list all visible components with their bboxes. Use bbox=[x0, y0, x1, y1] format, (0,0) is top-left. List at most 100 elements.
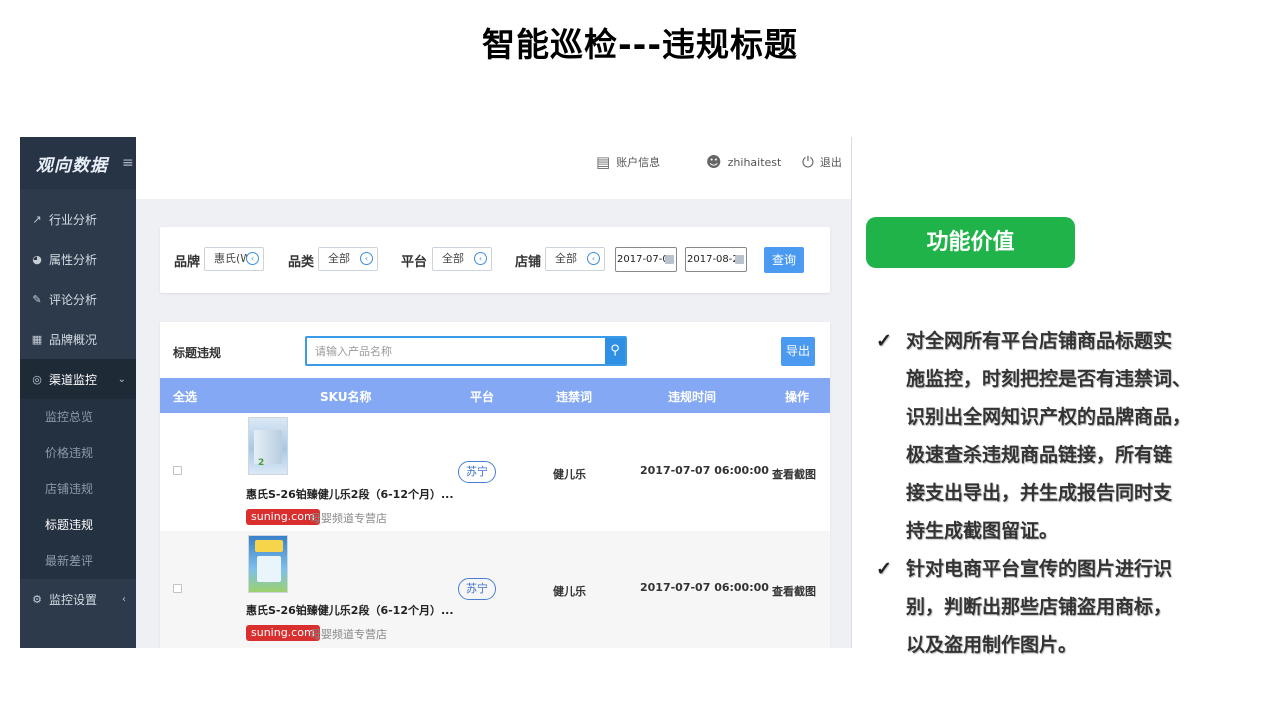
logout-label: 退出 bbox=[819, 156, 842, 169]
col-banned-word: 违禁词 bbox=[556, 390, 593, 404]
product-box bbox=[257, 556, 281, 582]
hamburger-icon[interactable]: ≡ bbox=[122, 155, 134, 171]
platform-label: 平台 bbox=[401, 255, 428, 270]
violation-time: 2017-07-07 06:00:00 bbox=[640, 581, 769, 594]
bullet-line: 以及盗用制作图片。 bbox=[906, 634, 1078, 656]
list-title: 标题违规 bbox=[173, 346, 222, 360]
topbar: ▤ 账户信息 ☻ zhihaitest ⏻ 退出 bbox=[136, 137, 851, 199]
col-violation-time: 违规时间 bbox=[668, 390, 717, 404]
filter-card: 品牌 惠氏(W ‹ 品类 全部 ‹ 平台 全部 ‹ 店铺 全部 ‹ 2017-0… bbox=[160, 227, 830, 293]
sidebar-item-label: 渠道监控 bbox=[49, 372, 98, 387]
chevron-left-icon: ‹ bbox=[587, 252, 600, 265]
shop-select[interactable]: 全部 ‹ bbox=[545, 247, 605, 271]
slide-title: 智能巡检---违规标题 bbox=[481, 25, 799, 64]
submenu-item-shop[interactable]: 店铺违规 bbox=[20, 471, 136, 507]
edit-icon: ✎ bbox=[32, 292, 42, 306]
bullet-item: ✓ 对全网所有平台店铺商品标题实 施监控，时刻把控是否有违禁词、 识别出全网知识… bbox=[876, 322, 1236, 550]
table-row: 惠氏S-26铂臻健儿乐2段（6-12个月）... suning.com 母婴频道… bbox=[160, 531, 830, 648]
col-sku-name: SKU名称 bbox=[320, 390, 372, 404]
search-box: ⚲ bbox=[305, 336, 627, 366]
product-banner bbox=[255, 540, 283, 552]
sidebar-item-label: 行业分析 bbox=[49, 212, 98, 227]
bullet-line: 持生成截图留证。 bbox=[906, 520, 1059, 542]
shop-badge: suning.com bbox=[246, 509, 320, 525]
list-card: 标题违规 ⚲ 导出 全选 SKU名称 平台 违禁词 违规时间 操作 2 bbox=[160, 322, 830, 648]
submenu-item-reviews[interactable]: 最新差评 bbox=[20, 543, 136, 579]
chevron-left-icon: ‹ bbox=[474, 252, 487, 265]
sidebar-menu: ↗ 行业分析 ◕ 属性分析 ✎ 评论分析 ▦ 品牌概况 ◎ 渠道监控 ⌄ 监控总… bbox=[20, 199, 136, 619]
bullet-line: 施监控，时刻把控是否有违禁词、 bbox=[906, 368, 1192, 390]
submenu: 监控总览 价格违规 店铺违规 标题违规 最新差评 bbox=[20, 399, 136, 579]
logo-bar: 观向数据 ≡ bbox=[20, 137, 136, 189]
app-screenshot: 观向数据 ≡ ↗ 行业分析 ◕ 属性分析 ✎ 评论分析 ▦ 品牌概况 ◎ 渠道监… bbox=[20, 137, 852, 648]
sidebar-item-industry[interactable]: ↗ 行业分析 bbox=[20, 199, 136, 239]
banned-word: 健儿乐 bbox=[553, 468, 586, 481]
sidebar-item-label: 品牌概况 bbox=[49, 332, 98, 347]
product-image bbox=[248, 535, 288, 593]
col-select-all[interactable]: 全选 bbox=[173, 388, 197, 405]
date-start-input[interactable]: 2017-07-01 bbox=[615, 247, 677, 272]
product-stage: 2 bbox=[258, 458, 265, 468]
col-action: 操作 bbox=[785, 390, 810, 404]
gear-icon: ⚙ bbox=[32, 592, 42, 606]
chevron-left-icon: ‹ bbox=[246, 252, 259, 265]
chevron-down-icon: ⌄ bbox=[117, 373, 126, 385]
shop-label: 店铺 bbox=[515, 255, 542, 270]
shop-name: 母婴频道专营店 bbox=[310, 512, 387, 525]
document-icon: ▤ bbox=[596, 153, 611, 171]
submenu-item-price[interactable]: 价格违规 bbox=[20, 435, 136, 471]
sidebar-item-label: 属性分析 bbox=[49, 252, 98, 267]
calendar-icon bbox=[735, 255, 744, 264]
bullet-line: 接支出导出，并生成报告同时支 bbox=[906, 482, 1173, 504]
product-image: 2 bbox=[248, 417, 288, 475]
logout-link[interactable]: ⏻ 退出 bbox=[802, 153, 842, 171]
username: zhihaitest bbox=[727, 155, 782, 169]
brand-label: 品牌 bbox=[174, 255, 201, 270]
search-icon[interactable]: ⚲ bbox=[605, 338, 625, 364]
category-select[interactable]: 全部 ‹ bbox=[318, 247, 378, 271]
shop-badge: suning.com bbox=[246, 625, 320, 641]
sidebar-item-label: 监控设置 bbox=[49, 592, 98, 607]
value-title: 功能价值 bbox=[866, 217, 1075, 268]
sidebar-item-brand[interactable]: ▦ 品牌概况 bbox=[20, 319, 136, 359]
table-header: 全选 SKU名称 平台 违禁词 违规时间 操作 bbox=[160, 378, 830, 413]
table-row: 2 惠氏S-26铂臻健儿乐2段（6-12个月）... suning.com 母婴… bbox=[160, 413, 830, 531]
shop-name: 母婴频道专营店 bbox=[310, 628, 387, 641]
col-platform: 平台 bbox=[470, 390, 495, 404]
search-input[interactable] bbox=[307, 338, 605, 364]
platform-select[interactable]: 全部 ‹ bbox=[432, 247, 492, 271]
sidebar-item-channel[interactable]: ◎ 渠道监控 ⌄ bbox=[20, 359, 136, 399]
account-info-link[interactable]: ▤ 账户信息 bbox=[596, 153, 660, 171]
submenu-item-title[interactable]: 标题违规 bbox=[20, 507, 136, 543]
brand-select[interactable]: 惠氏(W ‹ bbox=[204, 247, 264, 271]
chevron-left-icon: ‹ bbox=[122, 593, 126, 605]
date-end-input[interactable]: 2017-08-22 bbox=[685, 247, 747, 272]
bullet-item: ✓ 针对电商平台宣传的图片进行识 别，判断出那些店铺盗用商标， 以及盗用制作图片… bbox=[876, 550, 1236, 664]
sidebar-item-attribute[interactable]: ◕ 属性分析 bbox=[20, 239, 136, 279]
platform-value: 全部 bbox=[442, 252, 464, 265]
query-button[interactable]: 查询 bbox=[764, 247, 804, 273]
sidebar-item-settings[interactable]: ⚙ 监控设置 ‹ bbox=[20, 579, 136, 619]
row-checkbox[interactable] bbox=[173, 466, 182, 475]
sidebar-item-label: 评论分析 bbox=[49, 292, 98, 307]
calendar-icon bbox=[665, 255, 674, 264]
bullet-line: 极速查杀违规商品链接，所有链 bbox=[906, 444, 1173, 466]
submenu-item-overview[interactable]: 监控总览 bbox=[20, 399, 136, 435]
product-name[interactable]: 惠氏S-26铂臻健儿乐2段（6-12个月）... bbox=[246, 602, 454, 618]
category-label: 品类 bbox=[288, 255, 315, 270]
account-info-label: 账户信息 bbox=[616, 156, 661, 169]
pie-chart-icon: ◕ bbox=[32, 252, 42, 266]
user-link[interactable]: ☻ zhihaitest bbox=[706, 153, 781, 171]
view-screenshot-link[interactable]: 查看截图 bbox=[772, 583, 816, 599]
sidebar-item-comments[interactable]: ✎ 评论分析 bbox=[20, 279, 136, 319]
product-name[interactable]: 惠氏S-26铂臻健儿乐2段（6-12个月）... bbox=[246, 486, 454, 502]
row-checkbox[interactable] bbox=[173, 584, 182, 593]
power-icon: ⏻ bbox=[802, 153, 814, 171]
user-icon: ☻ bbox=[706, 153, 722, 171]
export-button[interactable]: 导出 bbox=[781, 337, 815, 366]
shop-value: 全部 bbox=[555, 252, 577, 265]
platform-badge: 苏宁 bbox=[458, 578, 496, 600]
checkmark-icon: ✓ bbox=[876, 330, 892, 352]
banned-word: 健儿乐 bbox=[553, 585, 586, 598]
view-screenshot-link[interactable]: 查看截图 bbox=[772, 466, 816, 482]
